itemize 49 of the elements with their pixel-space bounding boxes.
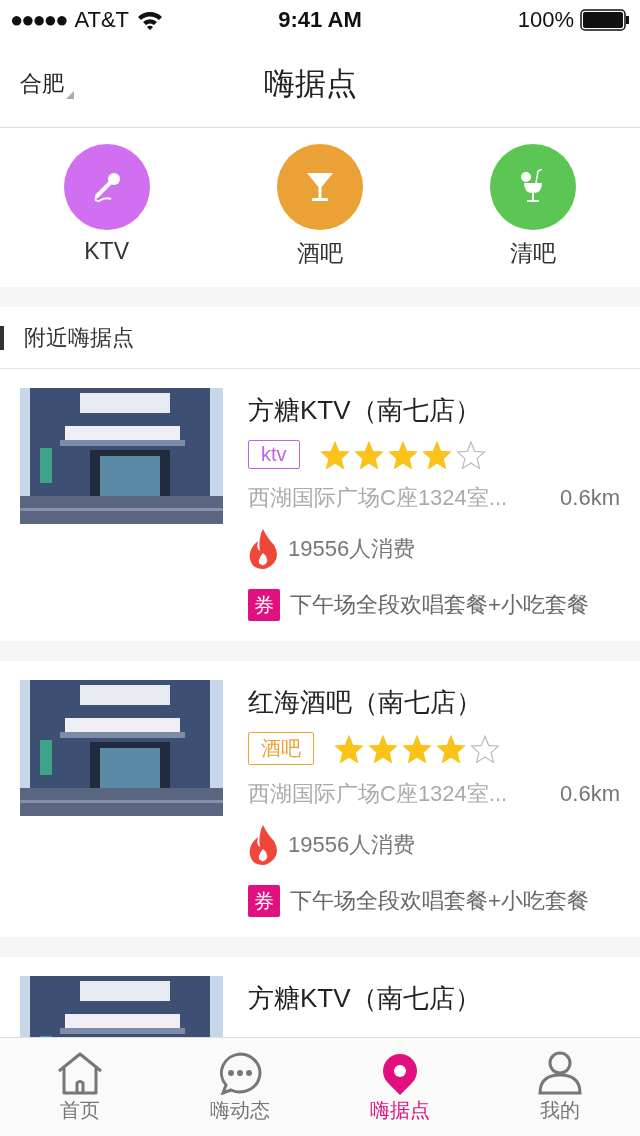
signal-dots: ●●●●●: [10, 7, 67, 33]
wifi-icon: [137, 10, 164, 30]
venue-name: 方糖KTV（南七店）: [248, 982, 482, 1015]
category-tag: 酒吧: [248, 732, 314, 765]
category-label: 清吧: [510, 239, 557, 268]
coupon-badge: 券: [248, 589, 280, 621]
star-filled-icon: [319, 440, 350, 469]
venue-card[interactable]: 红海酒吧（南七店） 酒吧 西湖国际广场C座1324室... 0.6km 19556人消费 券 下午场全段欢唱套餐+小吃套餐: [0, 661, 640, 957]
coupon-offer: 下午场全段欢唱套餐+小吃套餐: [290, 887, 589, 915]
venue-address: 西湖国际广场C座1324室...: [248, 780, 509, 808]
battery-icon: [580, 9, 630, 31]
status-time: 9:41 AM: [278, 7, 362, 32]
star-filled-icon: [402, 734, 432, 763]
star-filled-icon: [436, 734, 466, 763]
venue-distance: 0.6km: [560, 781, 620, 807]
person-icon: [537, 1050, 583, 1095]
tab-bar-item[interactable]: 嗨动态: [160, 1038, 320, 1136]
venue-name: 红海酒吧（南七店）: [248, 686, 483, 719]
carrier-name: AT&T: [74, 7, 130, 33]
coupon-offer: 下午场全段欢唱套餐+小吃套餐: [290, 591, 589, 619]
battery-percent: 100%: [517, 7, 574, 33]
star-filled-icon: [368, 734, 398, 763]
consumer-count: 19556人消费: [288, 535, 416, 563]
consumer-count: 19556人消费: [288, 831, 416, 859]
dropdown-triangle-icon: [66, 90, 74, 99]
flame-icon: [248, 825, 278, 865]
category-tag: ktv: [248, 440, 300, 469]
flame-icon: [248, 529, 278, 569]
category-label: 酒吧: [297, 239, 343, 268]
tab-bar-item[interactable]: 我的: [480, 1038, 640, 1136]
star-filled-icon: [421, 440, 452, 469]
venue-name: 方糖KTV（南七店）: [248, 394, 482, 427]
home-icon: [56, 1050, 104, 1095]
category-label: KTV: [84, 238, 129, 265]
city-selector[interactable]: 合肥: [20, 68, 64, 99]
tab-bar-item[interactable]: 嗨据点: [320, 1038, 480, 1136]
page-title: 嗨据点: [262, 64, 358, 103]
star-empty-icon: [470, 734, 500, 763]
star-filled-icon: [387, 440, 418, 469]
star-empty-icon: [455, 440, 486, 469]
coupon-badge: 券: [248, 885, 280, 917]
venue-distance: 0.6km: [560, 485, 620, 511]
star-filled-icon: [353, 440, 384, 469]
section-title: 附近嗨据点: [24, 323, 134, 352]
chat-bubble-icon: [217, 1050, 263, 1095]
venue-card[interactable]: 方糖KTV（南七店） ktv 西湖国际广场C座1324室... 0.6km 19556人消费 券 下午场全段欢唱套餐+小吃套餐: [0, 369, 640, 661]
venue-address: 西湖国际广场C座1324室...: [248, 484, 509, 512]
tab-bar-item[interactable]: 首页: [0, 1038, 160, 1136]
star-filled-icon: [334, 734, 364, 763]
